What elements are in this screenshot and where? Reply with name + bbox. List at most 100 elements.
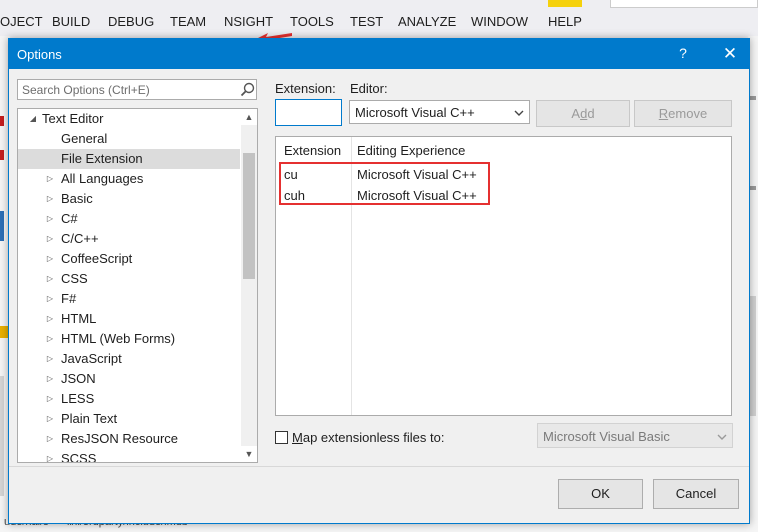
menu-nsight[interactable]: NSIGHT [224, 14, 273, 29]
map-extensionless-label[interactable]: Map extensionless files to: [292, 430, 444, 445]
tree-item-fsharp[interactable]: ▷ F# [18, 289, 240, 309]
menu-window[interactable]: WINDOW [471, 14, 528, 29]
dialog-titlebar[interactable]: Options ? ✕ [9, 39, 749, 69]
collapsed-arrow-icon[interactable]: ▷ [45, 369, 55, 389]
tree-item-label: CSS [61, 271, 88, 286]
tree-item-label: CoffeeScript [61, 251, 133, 266]
add-button-label: A [571, 106, 581, 121]
remove-button[interactable]: Remove [634, 100, 732, 127]
tree-item-label: Text Editor [42, 111, 104, 126]
tree-item-csharp[interactable]: ▷ C# [18, 209, 240, 229]
search-icon[interactable] [240, 82, 255, 97]
ok-button[interactable]: OK [558, 479, 643, 509]
collapsed-arrow-icon[interactable]: ▷ [45, 209, 55, 229]
tree-item-label: HTML (Web Forms) [61, 331, 176, 346]
tree-item-label: JavaScript [61, 351, 122, 366]
extension-input[interactable] [275, 99, 342, 126]
ide-menubar: OJECT BUILD DEBUG TEAM NSIGHT TOOLS TEST… [0, 8, 758, 36]
remove-button-label: emove [668, 106, 708, 121]
add-button-label-rest: d [587, 106, 595, 121]
options-dialog: Options ? ✕ ◢ Text Editor General File E… [8, 38, 750, 524]
scroll-up-arrow-icon[interactable]: ▲ [241, 109, 257, 125]
collapsed-arrow-icon[interactable]: ▷ [45, 249, 55, 269]
scroll-down-arrow-icon[interactable]: ▼ [241, 446, 257, 462]
extensionless-editor-value: Microsoft Visual Basic [543, 429, 670, 444]
collapsed-arrow-icon[interactable]: ▷ [45, 289, 55, 309]
tree-item-label: F# [61, 291, 77, 306]
tree-item-label: File Extension [61, 151, 143, 166]
column-header-extension[interactable]: Extension [284, 143, 341, 158]
collapsed-arrow-icon[interactable]: ▷ [45, 409, 55, 429]
tree-item-plain-text[interactable]: ▷ Plain Text [18, 409, 240, 429]
tree-item-less[interactable]: ▷ LESS [18, 389, 240, 409]
tree-item-resjson-resource[interactable]: ▷ ResJSON Resource [18, 429, 240, 449]
help-button[interactable]: ? [675, 45, 691, 61]
menu-project[interactable]: OJECT [0, 14, 43, 29]
tree-item-label: All Languages [61, 171, 144, 186]
collapsed-arrow-icon[interactable]: ▷ [45, 269, 55, 289]
tree-item-label: Plain Text [61, 411, 118, 426]
expanded-arrow-icon[interactable]: ◢ [28, 109, 38, 129]
tree-item-html[interactable]: ▷ HTML [18, 309, 240, 329]
tree-item-c-cpp[interactable]: ▷ C/C++ [18, 229, 240, 249]
tree-item-file-extension[interactable]: File Extension [18, 149, 240, 169]
scrollbar-thumb[interactable] [243, 153, 255, 279]
tree-item-label: C# [61, 211, 78, 226]
tree-item-json[interactable]: ▷ JSON [18, 369, 240, 389]
menu-help[interactable]: HELP [548, 14, 582, 29]
tree-item-all-languages[interactable]: ▷ All Languages [18, 169, 240, 189]
tree-item-label: SCSS [61, 451, 97, 463]
collapsed-arrow-icon[interactable]: ▷ [45, 189, 55, 209]
collapsed-arrow-icon[interactable]: ▷ [45, 449, 55, 462]
menu-test[interactable]: TEST [350, 14, 383, 29]
tree-item-label: Basic [61, 191, 93, 206]
tree-item-css[interactable]: ▷ CSS [18, 269, 240, 289]
collapsed-arrow-icon[interactable]: ▷ [45, 389, 55, 409]
footer-divider [9, 466, 749, 467]
tree-item-basic[interactable]: ▷ Basic [18, 189, 240, 209]
tree-item-label: C/C++ [61, 231, 99, 246]
tree-scrollbar[interactable] [241, 125, 257, 446]
column-header-editing-experience[interactable]: Editing Experience [357, 143, 465, 158]
map-extensionless-mnemonic: M [292, 430, 303, 445]
tree-item-label: ResJSON Resource [61, 431, 179, 446]
close-button[interactable]: ✕ [721, 44, 739, 64]
search-input[interactable] [18, 80, 238, 99]
tree-item-scss[interactable]: ▷ SCSS [18, 449, 240, 463]
collapsed-arrow-icon[interactable]: ▷ [45, 429, 55, 449]
chevron-down-icon [717, 434, 727, 440]
collapsed-arrow-icon[interactable]: ▷ [45, 229, 55, 249]
collapsed-arrow-icon[interactable]: ▷ [45, 349, 55, 369]
extension-label: Extension: [275, 81, 336, 96]
menu-team[interactable]: TEAM [170, 14, 206, 29]
add-button[interactable]: Add [536, 100, 630, 127]
menu-tools[interactable]: TOOLS [290, 14, 334, 29]
annotation-highlight-box [279, 162, 490, 205]
map-extensionless-checkbox[interactable] [275, 431, 288, 444]
editor-label: Editor: [350, 81, 388, 96]
ide-quick-launch[interactable] [610, 0, 758, 8]
extension-mapping-table[interactable]: Extension Editing Experience cu Microsof… [275, 136, 732, 416]
options-tree[interactable]: ◢ Text Editor General File Extension ▷ A… [17, 108, 258, 463]
tree-item-label: General [61, 131, 108, 146]
menu-analyze[interactable]: ANALYZE [398, 14, 456, 29]
menu-debug[interactable]: DEBUG [108, 14, 154, 29]
dialog-title: Options [17, 47, 62, 62]
tree-item-coffeescript[interactable]: ▷ CoffeeScript [18, 249, 240, 269]
collapsed-arrow-icon[interactable]: ▷ [45, 309, 55, 329]
extensionless-editor-dropdown[interactable]: Microsoft Visual Basic [537, 423, 733, 448]
tree-item-html-web-forms[interactable]: ▷ HTML (Web Forms) [18, 329, 240, 349]
cancel-button[interactable]: Cancel [653, 479, 739, 509]
editor-dropdown[interactable]: Microsoft Visual C++ [349, 100, 530, 124]
chevron-down-icon [514, 110, 524, 116]
tree-item-general[interactable]: General [18, 129, 240, 149]
tree-item-text-editor[interactable]: ◢ Text Editor [18, 109, 240, 129]
tree-item-label: JSON [61, 371, 96, 386]
menu-build[interactable]: BUILD [52, 14, 90, 29]
collapsed-arrow-icon[interactable]: ▷ [45, 169, 55, 189]
search-box[interactable] [17, 79, 257, 100]
tree-item-label: HTML [61, 311, 97, 326]
tree-item-javascript[interactable]: ▷ JavaScript [18, 349, 240, 369]
collapsed-arrow-icon[interactable]: ▷ [45, 329, 55, 349]
tree-item-label: LESS [61, 391, 95, 406]
